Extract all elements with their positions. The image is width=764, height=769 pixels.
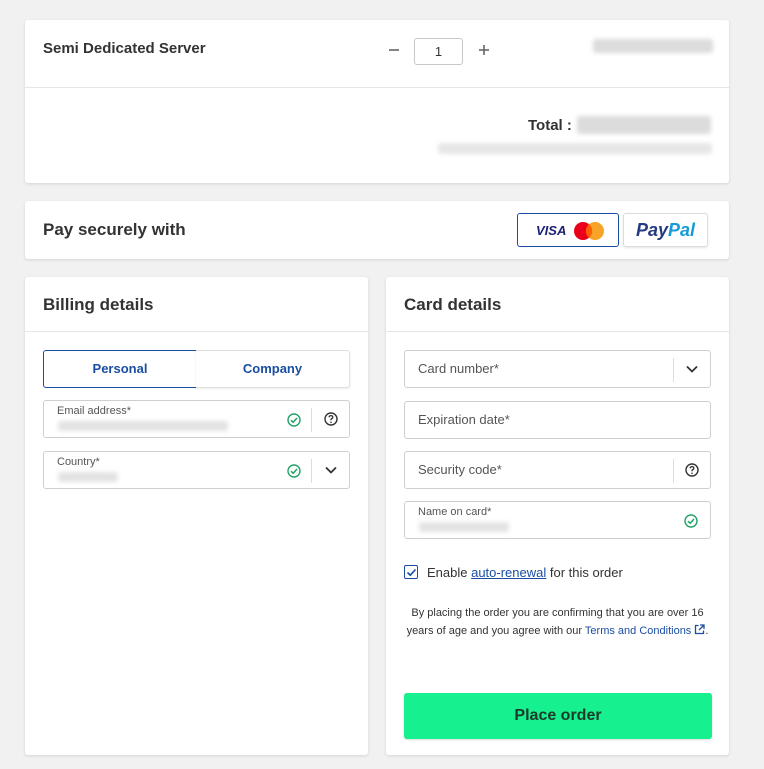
chevron-down-icon[interactable]: [686, 364, 698, 374]
country-select[interactable]: Country*: [43, 451, 350, 489]
chevron-down-icon[interactable]: [325, 465, 337, 475]
email-label: Email address*: [57, 405, 131, 417]
tab-company[interactable]: Company: [196, 350, 350, 388]
external-link-icon: [695, 624, 706, 635]
quantity-input[interactable]: [414, 38, 463, 65]
visa-logo: VISA: [536, 223, 567, 238]
auto-renewal-text: Enable auto-renewal for this order: [427, 565, 623, 580]
email-value-redacted: [58, 421, 228, 431]
check-circle-icon: [287, 413, 301, 427]
help-icon[interactable]: [685, 463, 699, 477]
paypal-logo: PayPal: [636, 220, 696, 240]
product-name: Semi Dedicated Server: [43, 40, 206, 57]
payment-title: Pay securely with: [43, 220, 186, 239]
order-summary-card: Semi Dedicated Server Total :: [25, 20, 729, 183]
auto-renewal-link[interactable]: auto-renewal: [471, 565, 546, 580]
name-on-card-label: Name on card*: [418, 506, 492, 518]
total-price-redacted: [577, 116, 711, 134]
card-number-field[interactable]: Card number*: [404, 350, 711, 388]
country-separator: [311, 459, 312, 483]
security-separator: [673, 459, 674, 483]
name-on-card-field[interactable]: Name on card*: [404, 501, 711, 539]
billing-title: Billing details: [43, 295, 154, 314]
plus-icon: [479, 45, 489, 55]
terms-link[interactable]: Terms and Conditions: [585, 624, 706, 637]
auto-renewal-checkbox[interactable]: [404, 565, 418, 579]
card-payment-option[interactable]: VISA: [517, 213, 619, 247]
billing-details-panel: Billing details Personal Company Email a…: [25, 277, 368, 755]
order-line: Semi Dedicated Server: [25, 20, 729, 88]
payment-method-card: Pay securely with VISA PayPal: [25, 201, 729, 259]
quantity-increase-button[interactable]: [474, 41, 494, 61]
email-field[interactable]: Email address*: [43, 400, 350, 438]
security-code-field[interactable]: Security code*: [404, 451, 711, 489]
total-note-redacted: [438, 143, 712, 154]
country-value-redacted: [58, 472, 118, 482]
check-circle-icon: [287, 464, 301, 478]
place-order-button[interactable]: Place order: [404, 693, 712, 739]
help-icon[interactable]: [324, 412, 338, 426]
check-circle-icon: [684, 514, 698, 528]
line-price-redacted: [593, 39, 713, 53]
card-details-panel: Card details Card number* Expiration dat…: [386, 277, 729, 755]
checkmark-icon: [406, 568, 416, 576]
minus-icon: [389, 49, 399, 51]
billing-header: Billing details: [25, 277, 368, 332]
card-number-placeholder: Card number*: [418, 361, 499, 376]
email-separator: [311, 408, 312, 432]
card-number-separator: [673, 358, 674, 382]
country-label: Country*: [57, 456, 100, 468]
card-header: Card details: [386, 277, 729, 332]
quantity-decrease-button[interactable]: [384, 41, 404, 61]
mastercard-icon: [574, 222, 604, 240]
card-title: Card details: [404, 295, 502, 314]
expiration-date-field[interactable]: Expiration date*: [404, 401, 711, 439]
total-label: Total :: [528, 117, 572, 134]
security-placeholder: Security code*: [418, 462, 502, 477]
paypal-payment-option[interactable]: PayPal: [623, 213, 708, 247]
expiration-placeholder: Expiration date*: [418, 412, 510, 427]
tab-personal[interactable]: Personal: [43, 350, 197, 388]
name-value-redacted: [419, 522, 509, 532]
terms-notice: By placing the order you are confirming …: [406, 607, 709, 637]
